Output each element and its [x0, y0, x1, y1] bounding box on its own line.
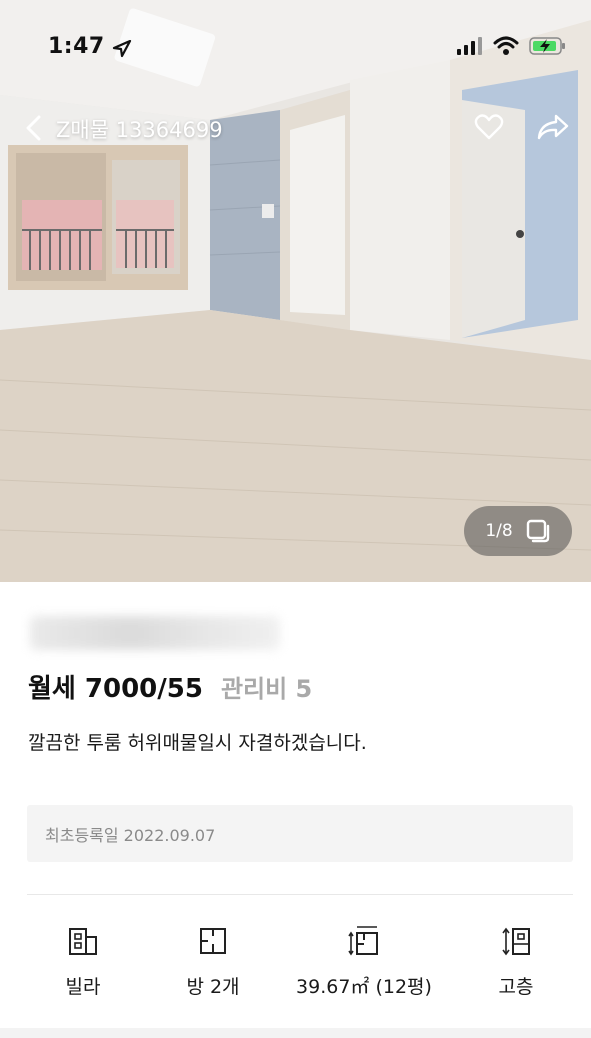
cellular-signal-icon — [457, 37, 482, 55]
feature-summary: 빌라 방 2개 39.67㎡ (12평) 고층 — [0, 924, 591, 1014]
status-bar: 1:47 — [0, 0, 591, 70]
heart-icon[interactable] — [474, 112, 504, 142]
building-icon — [69, 928, 97, 955]
location-arrow-icon — [112, 40, 132, 58]
listing-id-title: Z매물 13364699 — [56, 118, 223, 142]
listing-photo[interactable]: 1:47 Z매물 13364699 1/8 — [0, 0, 591, 582]
gallery-icon — [526, 519, 549, 543]
feature-label: 빌라 — [65, 976, 101, 998]
status-time: 1:47 — [48, 34, 105, 59]
feature-label: 방 2개 — [186, 976, 240, 998]
price-row: 월세 7000/55 관리비 5 — [28, 668, 312, 705]
back-chevron-icon[interactable] — [24, 114, 44, 142]
top-navigation: Z매물 13364699 — [0, 108, 591, 148]
registration-date-box: 최초등록일 2022.09.07 — [27, 805, 573, 862]
listing-description: 깔끔한 투룸 허위매물일시 자결하겠습니다. — [28, 732, 367, 754]
feature-floor: 고층 — [441, 924, 591, 999]
section-divider — [27, 894, 573, 895]
room-photo-image — [0, 0, 591, 582]
feature-building-type: 빌라 — [8, 924, 158, 999]
blurred-address — [30, 616, 280, 650]
section-separator-strip — [0, 1028, 591, 1038]
floor-height-icon — [502, 927, 530, 956]
monthly-rent-price: 월세 7000/55 — [28, 674, 203, 704]
battery-charging-icon — [529, 37, 565, 55]
registration-date-text: 최초등록일 2022.09.07 — [45, 825, 216, 845]
area-icon — [348, 926, 378, 956]
feature-rooms: 방 2개 — [138, 924, 288, 999]
maintenance-fee: 관리비 5 — [220, 675, 313, 703]
feature-area: 39.67㎡ (12평) — [289, 924, 439, 999]
photo-counter-button[interactable]: 1/8 — [464, 506, 572, 556]
feature-label: 39.67㎡ (12평) — [296, 976, 432, 998]
feature-label: 고층 — [498, 976, 534, 998]
wifi-icon — [493, 36, 519, 55]
share-icon[interactable] — [536, 112, 570, 142]
photo-counter-text: 1/8 — [485, 521, 513, 541]
room-icon — [200, 928, 226, 954]
